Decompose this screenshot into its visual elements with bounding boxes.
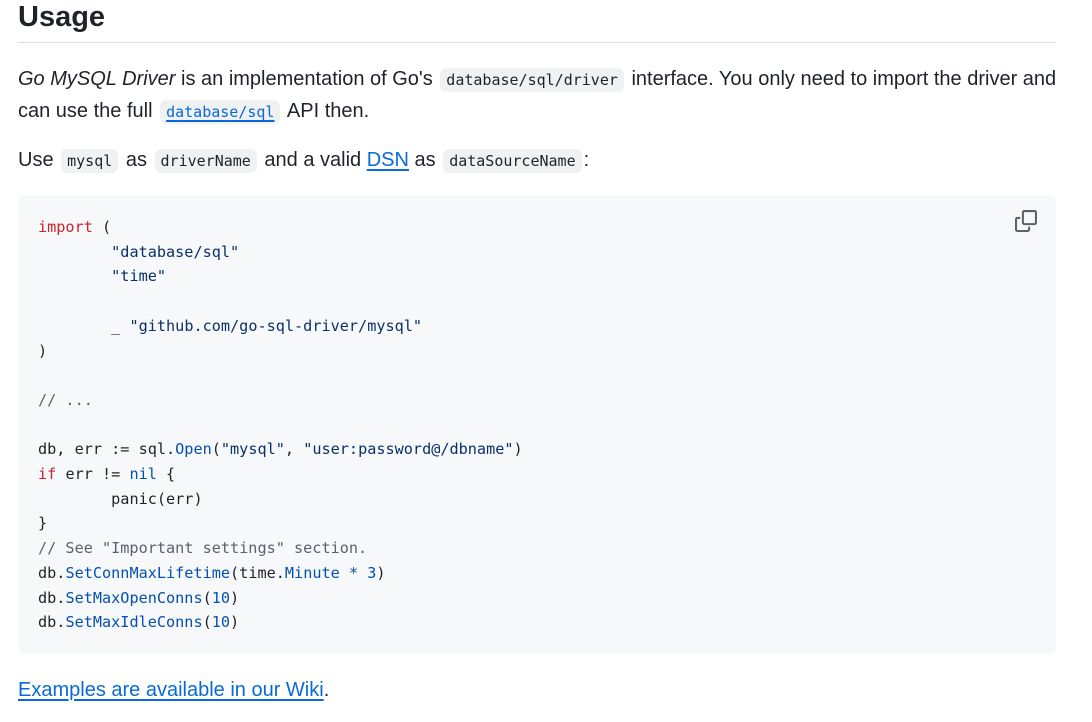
inline-code-drivername: driverName — [154, 149, 257, 173]
database-sql-link[interactable]: database/sql — [158, 100, 282, 124]
dsn-link[interactable]: DSN — [367, 149, 409, 171]
inline-code-driver: database/sql/driver — [440, 68, 624, 92]
copy-button[interactable] — [1012, 209, 1040, 237]
usage-paragraph: Use mysql as driverName and a valid DSN … — [18, 149, 590, 173]
wiki-examples-link[interactable]: Examples are available in our Wiki — [18, 679, 324, 701]
intro-paragraph: Go MySQL Driver is an implementation of … — [18, 68, 1057, 124]
code-content: import ( "database/sql" "time" _ "github… — [38, 218, 523, 632]
footer-paragraph: Examples are available in our Wiki. — [18, 679, 330, 701]
copy-icon — [1015, 209, 1037, 237]
heading-divider — [18, 42, 1056, 43]
section-heading-usage: Usage — [18, 1, 106, 33]
inline-code-datasourcename: dataSourceName — [443, 149, 582, 173]
code-block: import ( "database/sql" "time" _ "github… — [18, 195, 1056, 654]
project-name: Go MySQL Driver — [18, 68, 176, 90]
inline-code-mysql: mysql — [61, 149, 119, 173]
inline-code-database-sql: database/sql — [160, 100, 281, 124]
